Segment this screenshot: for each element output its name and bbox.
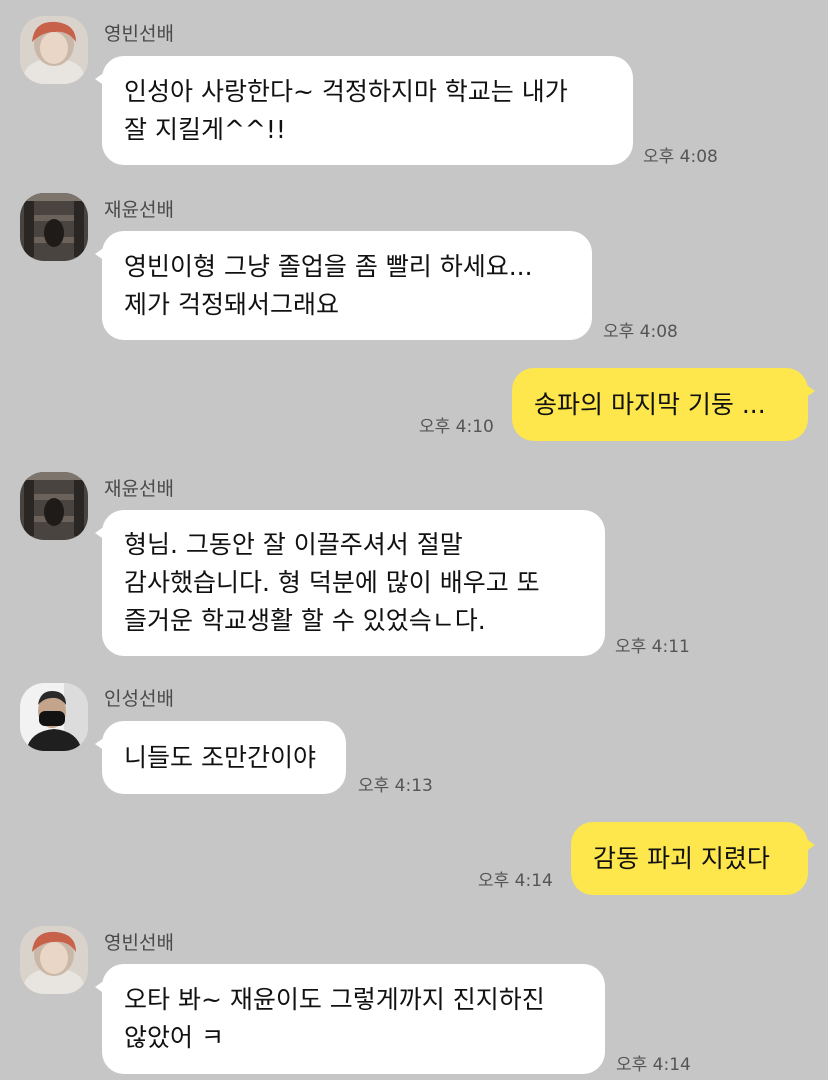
sender-name: 인성선배 xyxy=(104,688,174,710)
message-timestamp: 오후 4:08 xyxy=(643,147,718,167)
message-text-line: 잘 지킬게^^!! xyxy=(124,114,286,144)
message-timestamp: 오후 4:10 xyxy=(419,417,494,437)
message-text-line: 인성아 사랑한다~ 걱정하지마 학교는 내가 xyxy=(124,76,568,106)
message-timestamp: 오후 4:11 xyxy=(615,637,690,657)
message-text-line: 감사했습니다. 형 덕분에 많이 배우고 또 xyxy=(124,568,540,597)
avatar-youngbin[interactable] xyxy=(20,16,88,84)
message-bubble[interactable]: 오타 봐~ 재윤이도 그렇게까지 진지하진 않았어 ㅋ xyxy=(95,964,605,1074)
message-text-line: 오타 봐~ 재윤이도 그렇게까지 진지하진 xyxy=(124,985,545,1014)
my-message-bubble[interactable]: 송파의 마지막 기둥 ... xyxy=(512,368,815,441)
message-text-line: 형님. 그동안 잘 이끌주셔서 절말 xyxy=(124,530,463,559)
message-bubble[interactable]: 인성아 사랑한다~ 걱정하지마 학교는 내가 잘 지킬게^^!! xyxy=(95,56,633,165)
avatar-insung-photo xyxy=(20,683,88,751)
my-message-bubble[interactable]: 감동 파괴 지렸다 xyxy=(571,822,815,895)
avatar-jaeyoon-photo xyxy=(20,472,88,540)
message-bubble[interactable]: 형님. 그동안 잘 이끌주셔서 절말 감사했습니다. 형 덕분에 많이 배우고 … xyxy=(95,510,605,656)
message-timestamp: 오후 4:08 xyxy=(603,322,678,342)
message-text-line: 영빈이형 그냥 졸업을 좀 빨리 하세요... xyxy=(124,251,533,281)
message-timestamp: 오후 4:14 xyxy=(478,871,553,891)
message-text-line: 제가 걱정돼서그래요 xyxy=(124,289,339,319)
avatar-jaeyoon[interactable] xyxy=(20,472,88,540)
sender-name: 영빈선배 xyxy=(104,932,174,954)
avatar-youngbin-photo xyxy=(20,16,88,84)
message-text-line: 즐거운 학교생활 할 수 있었슥ㄴ다. xyxy=(124,606,486,635)
sender-name: 재윤선배 xyxy=(104,478,174,500)
avatar-jaeyoon[interactable] xyxy=(20,193,88,261)
avatar-youngbin[interactable] xyxy=(20,926,88,994)
sender-name: 재윤선배 xyxy=(104,199,174,221)
message-text-line: 않았어 ㅋ xyxy=(124,1023,224,1052)
sender-name: 영빈선배 xyxy=(104,23,174,45)
avatar-youngbin-photo xyxy=(20,926,88,994)
message-text-line: 니들도 조만간이야 xyxy=(124,742,316,772)
message-bubble[interactable]: 영빈이형 그냥 졸업을 좀 빨리 하세요... 제가 걱정돼서그래요 xyxy=(95,231,592,340)
message-text-line: 감동 파괴 지렸다 xyxy=(593,843,770,873)
message-timestamp: 오후 4:14 xyxy=(616,1055,691,1075)
avatar-insung[interactable] xyxy=(20,683,88,751)
avatar-jaeyoon-photo xyxy=(20,193,88,261)
message-timestamp: 오후 4:13 xyxy=(358,776,433,796)
message-text-line: 송파의 마지막 기둥 ... xyxy=(534,389,766,419)
message-bubble[interactable]: 니들도 조만간이야 xyxy=(95,721,346,794)
